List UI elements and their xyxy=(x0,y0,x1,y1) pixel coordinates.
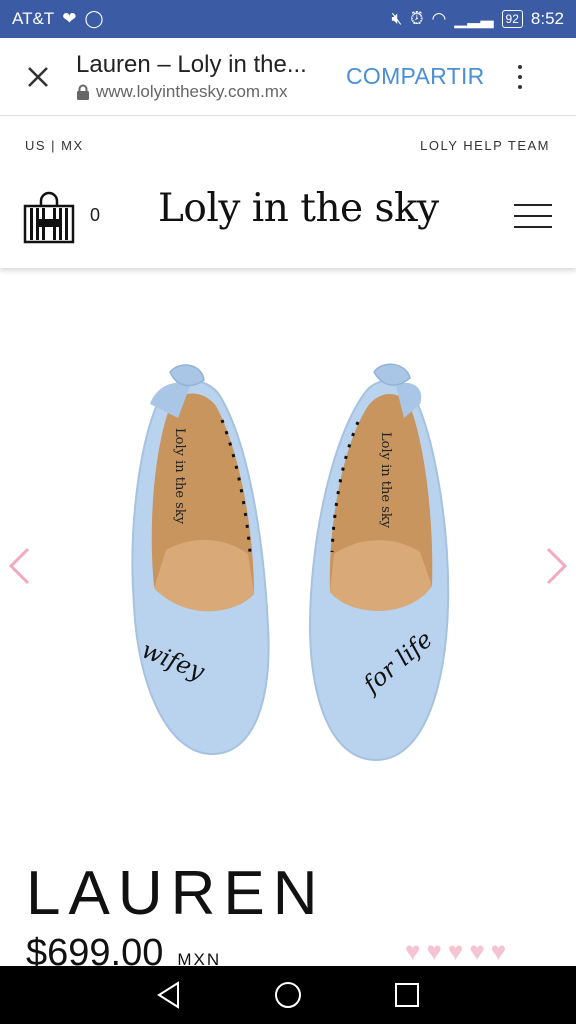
signal-icon: ▁▂▃ xyxy=(454,9,494,28)
status-bar: AT&T ❤ ◯ 🔇︎ ⏰︎ ◠ ▁▂▃ 92 8:52 xyxy=(0,0,576,38)
battery-indicator: 92 xyxy=(501,10,523,28)
close-icon xyxy=(28,66,48,87)
hamburger-menu-icon[interactable] xyxy=(514,204,552,228)
region-switcher[interactable]: US | MX xyxy=(25,138,84,153)
dot-icon xyxy=(517,74,522,79)
heart-icon: ♥ xyxy=(469,936,485,966)
custom-tab-toolbar: Lauren – Loly in the... www.lolyinthesky… xyxy=(0,38,576,116)
carrier-label: AT&T xyxy=(12,9,55,28)
recents-icon[interactable] xyxy=(392,980,422,1010)
menu-line xyxy=(514,215,552,217)
rating-hearts[interactable]: ♥ ♥ ♥ ♥ ♥ xyxy=(405,936,506,967)
overflow-menu-button[interactable] xyxy=(503,52,537,102)
right-shoe: Loly in the sky for life xyxy=(308,363,450,762)
site-logo[interactable]: Loly in the sky xyxy=(158,186,439,231)
heart-icon: ♥ xyxy=(490,936,507,966)
cart-count: 0 xyxy=(90,205,101,225)
menu-line xyxy=(514,204,552,206)
site-header: US | MX LOLY HELP TEAM 0 Loly in the sky xyxy=(0,116,576,268)
product-image: Loly in the sky wifey Loly in the sky fo… xyxy=(131,363,450,762)
next-image-arrow-icon[interactable] xyxy=(544,546,570,586)
back-icon[interactable] xyxy=(154,980,184,1010)
whatsapp-icon: ◯ xyxy=(84,9,104,28)
url-row: www.lolyinthesky.com.mx xyxy=(76,82,336,102)
previous-image-arrow-icon[interactable] xyxy=(6,546,32,586)
insole-brand-right: Loly in the sky xyxy=(378,432,393,529)
mute-icon: 🔇︎ xyxy=(391,9,403,28)
heart-monitor-icon: ❤ xyxy=(62,9,77,28)
heart-icon: ♥ xyxy=(426,936,442,966)
menu-line xyxy=(514,226,552,228)
alarm-icon: ⏰︎ xyxy=(410,9,424,28)
wifi-icon: ◠ xyxy=(431,9,447,28)
product-name: LAUREN xyxy=(26,859,326,928)
dot-icon xyxy=(517,64,522,69)
help-team-link[interactable]: LOLY HELP TEAM xyxy=(420,138,550,153)
lock-icon xyxy=(77,84,89,100)
home-icon[interactable] xyxy=(273,980,303,1010)
clock: 8:52 xyxy=(530,9,564,28)
share-button[interactable]: COMPARTIR xyxy=(346,63,485,90)
heart-icon: ♥ xyxy=(447,936,464,966)
dot-icon xyxy=(517,84,522,89)
android-nav-bar xyxy=(0,966,576,1024)
left-shoe: Loly in the sky wifey xyxy=(131,364,270,756)
shopping-bag-icon[interactable] xyxy=(22,190,76,244)
page-title: Lauren – Loly in the... xyxy=(76,51,307,78)
insole-brand-left: Loly in the sky xyxy=(172,428,187,525)
page-info: Lauren – Loly in the... www.lolyinthesky… xyxy=(76,51,336,102)
page-url: www.lolyinthesky.com.mx xyxy=(96,82,288,101)
close-tab-button[interactable] xyxy=(0,38,76,116)
heart-icon: ♥ xyxy=(405,936,421,966)
